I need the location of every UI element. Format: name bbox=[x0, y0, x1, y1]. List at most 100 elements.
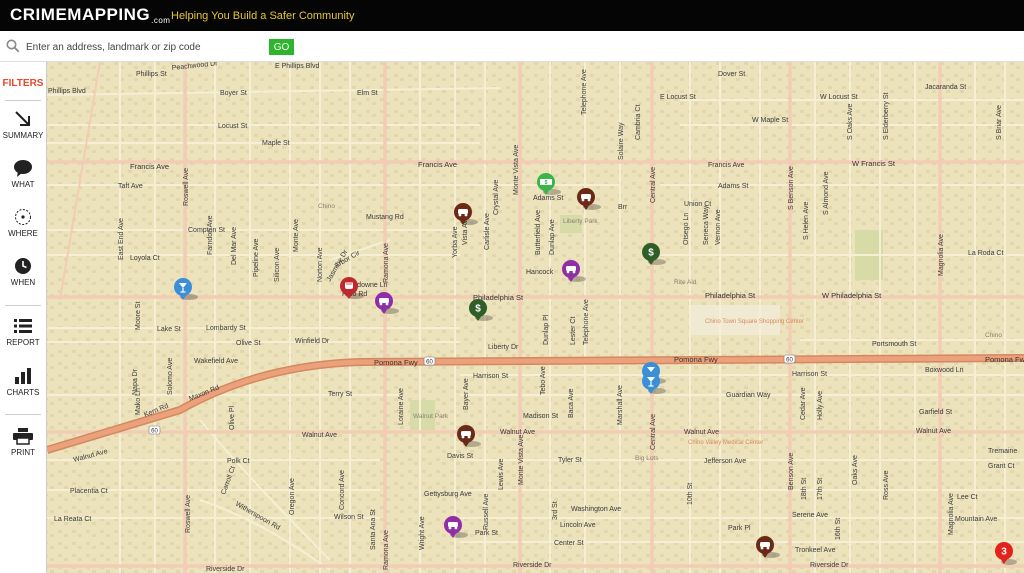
street-label: S Benson Ave bbox=[788, 166, 795, 210]
sidebar-item-where[interactable]: WHERE bbox=[0, 208, 46, 238]
street-label: Philadelphia St bbox=[705, 291, 756, 300]
street-label: Lewis Ave bbox=[498, 459, 505, 490]
logo-text: CRIMEMAPPING bbox=[10, 5, 151, 24]
street-label: Center St bbox=[554, 540, 584, 547]
map-background bbox=[47, 62, 1024, 573]
sidebar-divider bbox=[5, 414, 41, 415]
search-input[interactable] bbox=[24, 37, 268, 57]
street-label: Boxwood Ln bbox=[925, 367, 964, 374]
crime-map[interactable]: 60 60 60 Phillips St Peachwood Dr E Phil… bbox=[47, 62, 1024, 573]
street-label: Riverside Dr bbox=[513, 562, 552, 569]
street-label: Dunlap Pl bbox=[543, 314, 550, 345]
street-label: Olive Pl bbox=[229, 405, 236, 430]
svg-text:$: $ bbox=[545, 180, 548, 186]
place-label: Chino Valley Medical Center bbox=[688, 440, 763, 446]
place-label: Rite Aid bbox=[674, 279, 697, 286]
street-label: Riverside Dr bbox=[206, 566, 245, 573]
search-icon bbox=[6, 39, 20, 53]
street-label: Lake St bbox=[157, 326, 181, 333]
street-label: Phillips St bbox=[136, 71, 167, 78]
street-label: Pomona Fwy bbox=[674, 355, 718, 364]
street-label: Terry St bbox=[328, 391, 352, 398]
sidebar-item-report[interactable]: REPORT bbox=[0, 317, 46, 347]
street-label: W Locust St bbox=[820, 94, 858, 101]
sidebar-item-label: WHEN bbox=[10, 278, 36, 287]
street-label: Elm St bbox=[357, 90, 378, 97]
clock-icon bbox=[15, 258, 31, 274]
street-label: Concord Ave bbox=[339, 470, 346, 510]
street-label: 10th St bbox=[687, 483, 694, 505]
street-label: 3rd St bbox=[552, 501, 559, 520]
svg-text:$: $ bbox=[475, 304, 481, 315]
go-button[interactable]: GO bbox=[269, 39, 294, 55]
street-label: Tebo Ave bbox=[540, 366, 547, 395]
street-label: Washington Ave bbox=[571, 506, 621, 513]
street-label: Santa Ana St bbox=[370, 509, 377, 550]
list-icon bbox=[14, 319, 32, 333]
street-label: Walnut Ave bbox=[916, 428, 951, 435]
park-label: Walnut Park bbox=[413, 413, 449, 420]
filters-button[interactable]: FILTERS bbox=[0, 78, 46, 89]
park-label: Liberty Park bbox=[563, 218, 598, 225]
street-label: S Oaks Ave bbox=[847, 103, 854, 140]
street-label: Adams St bbox=[533, 195, 563, 202]
street-label: Roswell Ave bbox=[183, 168, 190, 206]
street-label: Riverside Dr bbox=[810, 562, 849, 569]
sidebar-item-label: WHERE bbox=[8, 229, 38, 238]
street-label: Vernon Ave bbox=[715, 209, 722, 245]
street-label: Roswell Ave bbox=[185, 495, 192, 533]
street-label: 16th St bbox=[835, 518, 842, 540]
street-label: Pomona Fwy bbox=[374, 358, 418, 367]
street-label: La Roda Ct bbox=[968, 250, 1003, 257]
street-label: Ramona Ave bbox=[383, 530, 390, 570]
street-label: Phillips Blvd bbox=[48, 88, 86, 95]
street-label: Russell Ave bbox=[483, 493, 490, 530]
street-label: Crystal Ave bbox=[493, 180, 500, 215]
top-bar: CRIMEMAPPING.com Helping You Build a Saf… bbox=[0, 0, 1024, 31]
street-label: Park St bbox=[475, 530, 498, 537]
street-label: Wright Ave bbox=[419, 516, 426, 550]
street-label: Pipeline Ave bbox=[253, 238, 260, 277]
sidebar: FILTERS SUMMARY WHAT WHERE WHEN REPORT C… bbox=[0, 62, 47, 573]
street-label: Solomo Ave bbox=[167, 358, 174, 395]
sidebar-item-summary[interactable]: SUMMARY bbox=[0, 110, 46, 140]
street-label: Lester Ct bbox=[570, 317, 577, 345]
sidebar-item-what[interactable]: WHAT bbox=[0, 159, 46, 189]
street-label: 18th St bbox=[801, 478, 808, 500]
street-label: Baca Ave bbox=[568, 388, 575, 418]
street-label: 17th St bbox=[817, 478, 824, 500]
street-label: W Maple St bbox=[752, 117, 788, 124]
street-label: Silicon Ave bbox=[274, 248, 281, 282]
street-label: Butterfield Ave bbox=[535, 210, 542, 255]
street-label: S Helen Ave bbox=[803, 201, 810, 240]
street-label: Farndon Ave bbox=[207, 215, 214, 255]
street-label: Garfield St bbox=[919, 409, 952, 416]
sidebar-item-print[interactable]: PRINT bbox=[0, 427, 46, 457]
street-label: Loyola Ct bbox=[130, 255, 160, 262]
street-label: Napa Dr bbox=[132, 368, 139, 395]
street-label: Monte Ave bbox=[293, 219, 300, 252]
map-canvas[interactable]: 60 60 60 Phillips St Peachwood Dr E Phil… bbox=[47, 62, 1024, 573]
street-label: Moore St bbox=[135, 302, 142, 330]
bar-chart-icon bbox=[15, 368, 31, 384]
street-label: Francis Ave bbox=[708, 162, 745, 169]
street-label: Cedar Ave bbox=[800, 387, 807, 420]
street-label: Norton Ave bbox=[317, 247, 324, 282]
svg-text:$: $ bbox=[648, 248, 654, 259]
street-label: Francis Ave bbox=[418, 160, 457, 169]
place-label: Chino Town Square Shopping Center bbox=[705, 319, 804, 325]
street-label: Guardian Way bbox=[726, 392, 771, 399]
street-label: Oregon Ave bbox=[289, 478, 296, 515]
sidebar-item-when[interactable]: WHEN bbox=[0, 257, 46, 287]
street-label: Hancock bbox=[526, 269, 554, 276]
sidebar-item-label: SUMMARY bbox=[2, 131, 44, 140]
sidebar-item-charts[interactable]: CHARTS bbox=[0, 367, 46, 397]
street-label: Grant Ct bbox=[988, 463, 1015, 470]
street-label: Central Ave bbox=[650, 167, 657, 203]
street-label: Marshall Ave bbox=[617, 385, 624, 425]
crimemapping-logo[interactable]: CRIMEMAPPING.com bbox=[10, 5, 170, 25]
street-label: Mustang Rd bbox=[366, 214, 404, 221]
street-label: Tyler St bbox=[558, 457, 582, 464]
street-label: Harrison St bbox=[473, 373, 508, 380]
street-label: Otsego Ln bbox=[683, 213, 690, 245]
